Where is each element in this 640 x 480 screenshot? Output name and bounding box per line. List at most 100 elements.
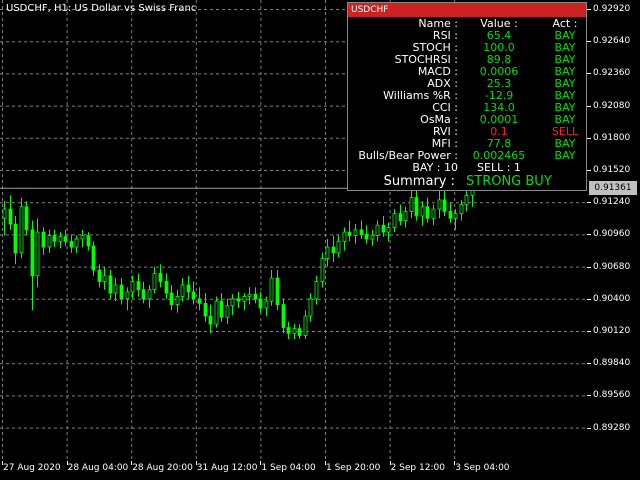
candle-body (353, 229, 358, 236)
price-tick-label: 0.89560 (593, 390, 631, 401)
bay-count: BAY : 10 (412, 161, 458, 174)
candle-body (214, 300, 219, 325)
price-tick-label: 0.92080 (593, 100, 631, 111)
price-tickmark (587, 9, 591, 10)
candle (169, 285, 174, 311)
candle-body (19, 206, 24, 254)
price-tick-label: 0.91240 (593, 197, 631, 208)
price-tick-label: 0.91800 (593, 132, 631, 143)
candle-body (169, 292, 174, 305)
candle-body (364, 233, 369, 240)
candle (219, 293, 224, 322)
candle (80, 229, 85, 248)
candle (353, 224, 358, 244)
candle (403, 206, 408, 228)
candle (197, 287, 202, 311)
candle-body (80, 235, 85, 240)
candle (392, 209, 397, 233)
price-tickmark (587, 202, 591, 204)
candle (448, 202, 453, 223)
candle (253, 287, 258, 304)
candle-body (242, 296, 247, 302)
candle (175, 289, 180, 313)
candle-body (448, 210, 453, 219)
candle (191, 281, 196, 305)
counts-row: BAY : 10 SELL : 1 (348, 162, 588, 174)
price-tickmark (587, 331, 591, 332)
candle (386, 222, 391, 242)
candle (342, 227, 347, 251)
candle-body (275, 277, 280, 305)
candle-body (208, 315, 213, 325)
candle-body (409, 197, 414, 212)
indicator-row: Bulls/Bear Power :0.002465 BAY (348, 150, 588, 162)
price-tickmark (587, 298, 591, 300)
candle-body (331, 246, 336, 254)
candle (281, 298, 286, 334)
indicator-panel[interactable]: USDCHF Name : Value : Act : RSI :65.4 BAY… (347, 2, 587, 191)
candle-body (102, 275, 107, 282)
candle-body (414, 197, 419, 217)
time-tick-label: 28 Aug 04:00 (67, 463, 129, 473)
sell-count: SELL : 1 (477, 161, 521, 174)
candle (74, 235, 79, 253)
candle (225, 298, 230, 325)
candle-body (191, 291, 196, 300)
price-tick-label: 0.90680 (593, 261, 631, 272)
candle (13, 216, 18, 265)
summary-label: Summary : (383, 174, 455, 189)
candle-body (158, 273, 163, 282)
price-axis[interactable]: 0.92920 0.92640 0.92360 0.92080 0.91800 0.915… (587, 0, 640, 461)
candle (102, 266, 107, 290)
candle-body (203, 302, 208, 317)
candle-body (375, 224, 380, 236)
candle (297, 324, 302, 340)
candle (186, 275, 191, 299)
candle-body (297, 328, 302, 337)
panel-title[interactable]: USDCHF (348, 3, 586, 17)
candle (375, 220, 380, 242)
time-axis[interactable]: 27 Aug 2020 28 Aug 04:00 28 Aug 20:00 31 Au… (0, 461, 587, 480)
candle-body (47, 235, 52, 248)
candle-body (63, 236, 68, 242)
candle-body (303, 315, 308, 336)
candle (381, 216, 386, 237)
candle (247, 287, 252, 305)
candle-body (164, 281, 169, 294)
candle-body (386, 227, 391, 233)
current-price-label: 0.91361 (589, 181, 637, 195)
candle-body (320, 258, 325, 282)
candle-body (292, 328, 297, 334)
candle-body (258, 298, 263, 309)
candle (437, 190, 442, 219)
candle-body (459, 204, 464, 215)
time-tick-label: 3 Sep 04:00 (455, 463, 510, 473)
candle-body (125, 291, 130, 300)
price-tick-label: 0.90120 (593, 326, 631, 336)
candle-body (113, 284, 118, 294)
candle (320, 252, 325, 288)
candle (141, 281, 146, 304)
price-tickmark (587, 234, 591, 236)
candle (336, 234, 341, 258)
symbol-label: USDCHF, H1: US Dollar vs Swiss Franc (6, 3, 197, 14)
candle-body (431, 208, 436, 219)
candle (180, 278, 185, 302)
price-tick-label: 0.90960 (593, 229, 631, 240)
candle-body (119, 284, 124, 300)
candle-body (24, 206, 29, 231)
candle (86, 232, 91, 251)
indicator-row: MACD :0.0006 BAY (348, 66, 588, 78)
candle-body (442, 199, 447, 212)
candle (347, 220, 352, 242)
candle (464, 190, 469, 212)
indicator-row: RVI :0.1 SELL (348, 126, 588, 138)
candle-body (347, 231, 352, 236)
candle-body (381, 224, 386, 233)
summary-row: Summary : STRONG BUY (348, 174, 588, 190)
candle-body (253, 293, 258, 300)
candle-body (403, 210, 408, 221)
candle-body (437, 199, 442, 210)
candle-body (425, 206, 430, 219)
candle (35, 218, 40, 288)
